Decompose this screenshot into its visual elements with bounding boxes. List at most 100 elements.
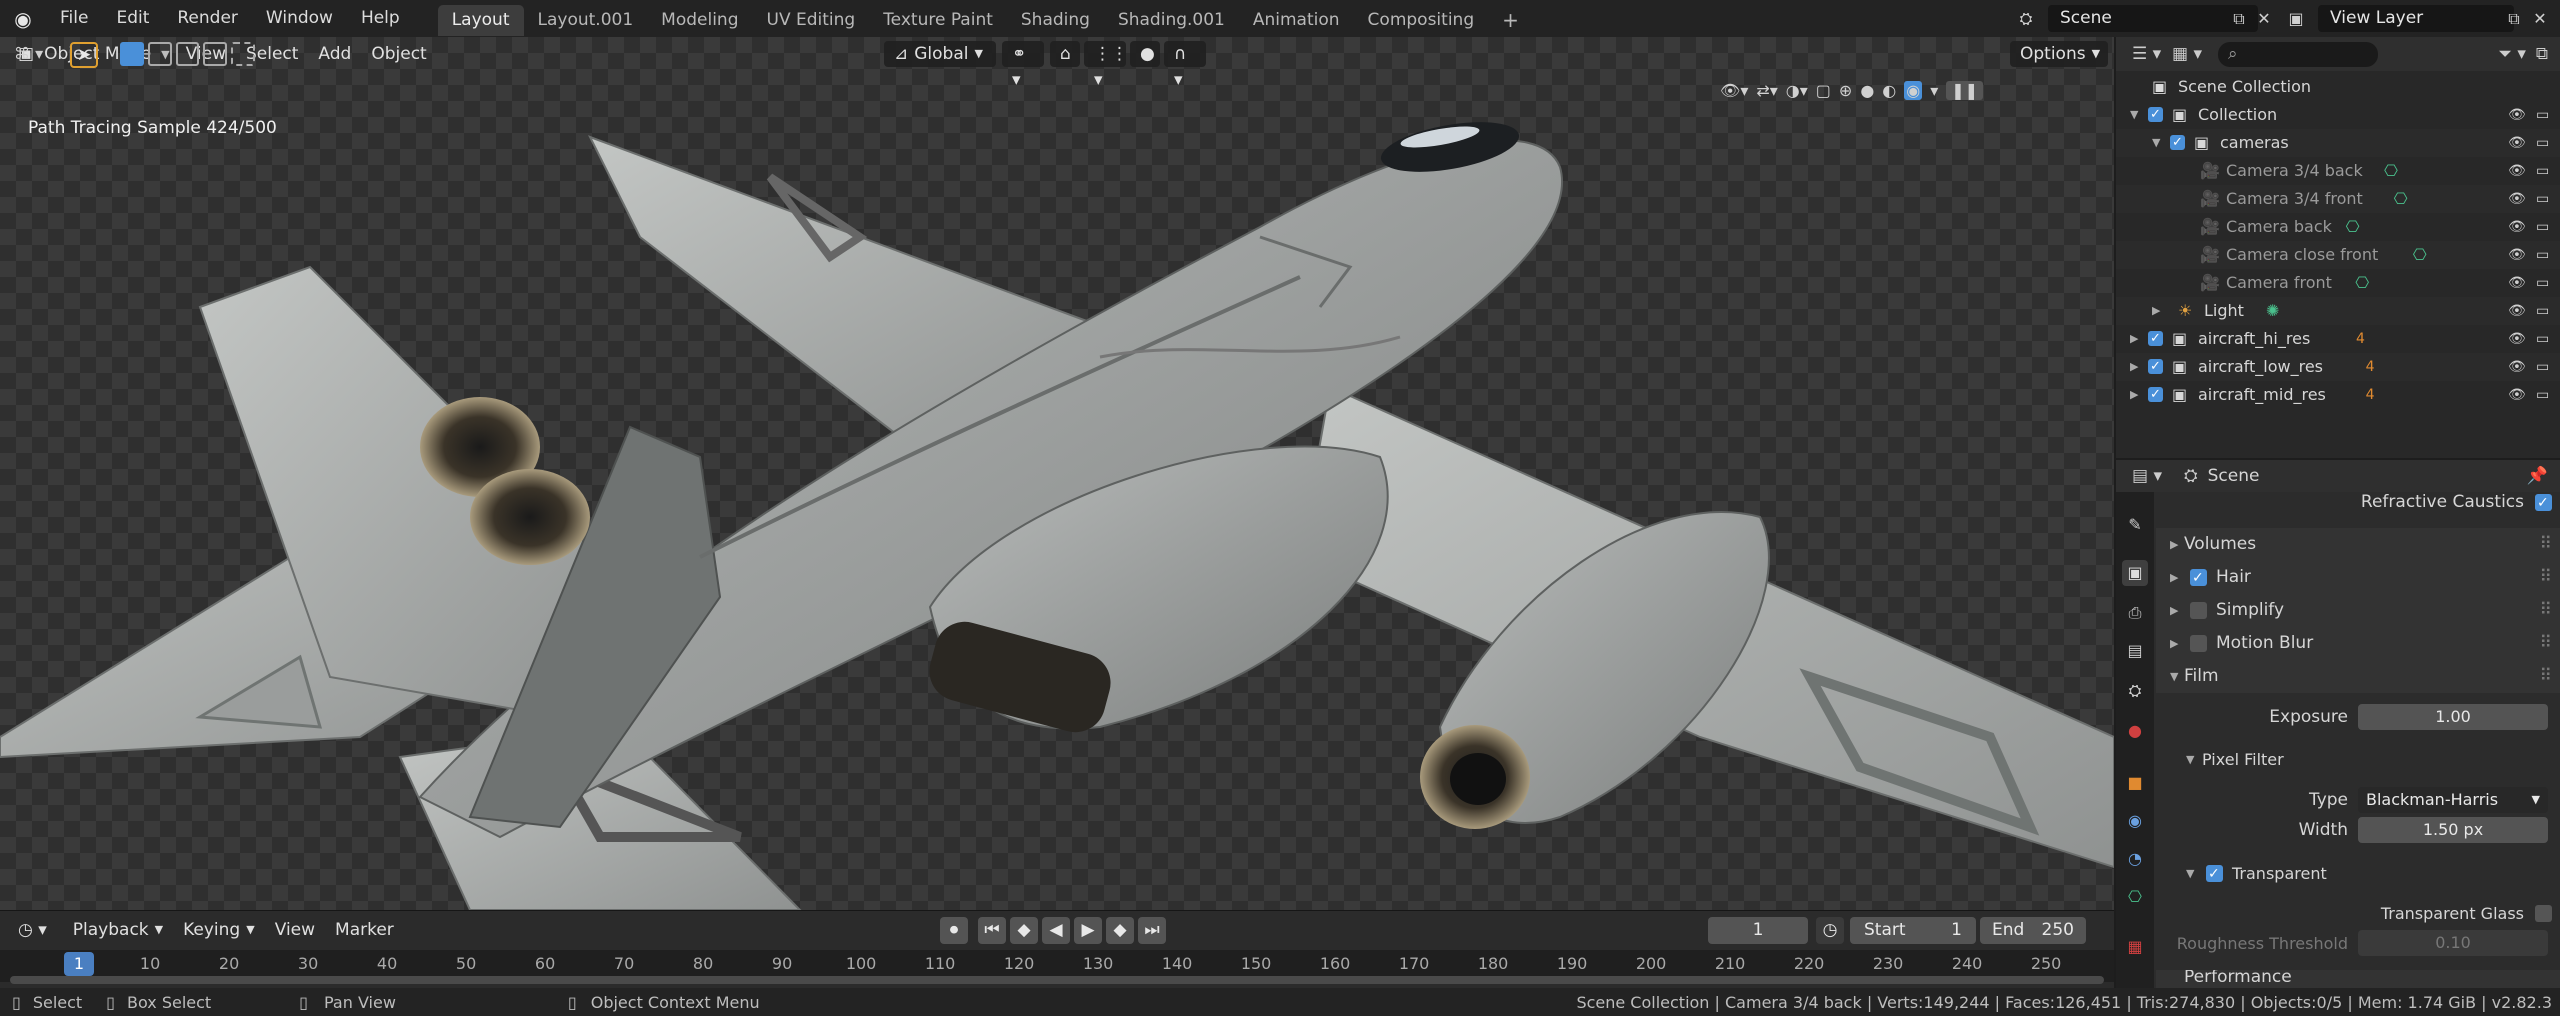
material-shading-icon[interactable]: ◐ <box>1882 81 1896 100</box>
tab-layout[interactable]: Layout <box>437 5 524 36</box>
camera-data-icon[interactable]: ⎔ <box>2355 269 2369 297</box>
view-layer-tab-icon[interactable]: ▤ <box>2122 638 2148 664</box>
overlay-icon[interactable]: ◑▾ <box>1786 81 1808 100</box>
motion-blur-panel-header[interactable]: ▶ Motion Blur ⠿ <box>2156 627 2560 660</box>
camera-data-icon[interactable]: ⎔ <box>2394 185 2408 213</box>
3d-viewport[interactable] <box>0 37 2114 910</box>
add-workspace-button[interactable]: + <box>1488 5 1533 36</box>
prev-keyframe-icon[interactable]: ◆ <box>1010 917 1038 944</box>
menu-window[interactable]: Window <box>252 0 347 37</box>
transparent-glass-checkbox[interactable] <box>2535 905 2552 922</box>
visibility-icon[interactable]: 👁▾ <box>1720 81 1748 100</box>
jump-start-icon[interactable]: ⏮ <box>978 917 1006 944</box>
camera-data-icon[interactable]: ⎔ <box>2346 213 2360 241</box>
drag-handle-icon[interactable]: ⠿ <box>2540 528 2552 561</box>
tab-modeling[interactable]: Modeling <box>647 5 752 36</box>
filter-width-field[interactable]: 1.50 px <box>2358 817 2548 843</box>
eye-icon[interactable]: 👁 <box>2508 325 2526 353</box>
performance-panel-header[interactable]: Performance <box>2156 970 2560 988</box>
eye-icon[interactable]: 👁 <box>2508 297 2526 325</box>
physics-tab-icon[interactable]: ◔ <box>2122 846 2148 872</box>
tab-shading[interactable]: Shading <box>1007 5 1104 36</box>
end-frame-field[interactable]: End 250 <box>1980 917 2086 944</box>
outliner-row[interactable]: ▼▣Collection👁▭📷 <box>2116 101 2560 129</box>
rendered-shading-icon[interactable]: ◉ <box>1904 80 1923 100</box>
viewport-disable-icon[interactable]: ▭ <box>2536 129 2549 157</box>
new-view-layer-icon[interactable]: ⧉ <box>2500 5 2528 32</box>
volumes-panel-header[interactable]: ▶ Volumes ⠿ <box>2156 528 2560 561</box>
outliner-row[interactable]: 🎥Camera 3/4 front⎔👁▭📷 <box>2116 185 2560 213</box>
outliner-row[interactable]: 🎥Camera close front⎔👁▭📷 <box>2116 241 2560 269</box>
current-frame-field[interactable]: 1 <box>1708 917 1808 944</box>
chevron-down-icon[interactable]: ▼ <box>2130 101 2138 129</box>
record-icon[interactable]: ⏺ <box>940 917 968 944</box>
select-subtract-icon[interactable] <box>175 42 200 66</box>
eye-icon[interactable]: 👁 <box>2508 157 2526 185</box>
outliner-row[interactable]: ▶☀Light✺👁▭📷 <box>2116 297 2560 325</box>
next-keyframe-icon[interactable]: ◆ <box>1106 917 1134 944</box>
roughness-threshold-field[interactable]: 0.10 <box>2358 930 2548 956</box>
object-tab-icon[interactable]: ■ <box>2122 770 2148 796</box>
scene-tab-icon[interactable]: ⛭ <box>2122 678 2148 704</box>
hair-checkbox[interactable] <box>2190 562 2207 595</box>
texture-tab-icon[interactable]: ▦ <box>2122 934 2148 960</box>
delete-view-layer-icon[interactable]: ✕ <box>2526 5 2554 32</box>
chevron-down-icon[interactable]: ▼ <box>2152 129 2160 157</box>
tab-animation[interactable]: Animation <box>1239 5 1354 36</box>
menu-help[interactable]: Help <box>347 0 414 37</box>
viewport-disable-icon[interactable]: ▭ <box>2536 269 2549 297</box>
drag-handle-icon[interactable]: ⠿ <box>2540 660 2552 693</box>
menu-playback[interactable]: Playback ▼ <box>63 917 173 943</box>
camera-data-icon[interactable]: ⎔ <box>2413 241 2427 269</box>
world-tab-icon[interactable]: ● <box>2122 718 2148 744</box>
drag-handle-icon[interactable]: ⠿ <box>2540 627 2552 660</box>
collection-checkbox[interactable] <box>2170 129 2185 157</box>
menu-object[interactable]: Object <box>361 41 436 67</box>
viewport-disable-icon[interactable]: ▭ <box>2536 297 2549 325</box>
menu-add[interactable]: Add <box>308 41 361 67</box>
outliner-row[interactable]: ▶▣aircraft_hi_res4👁▭📷 <box>2116 325 2560 353</box>
proportional-editing-toggle[interactable]: ● <box>1130 41 1160 67</box>
hair-panel-header[interactable]: ▶ Hair ⠿ <box>2156 561 2560 595</box>
drag-handle-icon[interactable]: ⠿ <box>2540 594 2552 627</box>
viewport-disable-icon[interactable]: ▭ <box>2536 353 2549 381</box>
options-dropdown[interactable]: Options ▼ <box>2010 41 2108 67</box>
select-new-icon[interactable] <box>120 42 144 66</box>
refractive-caustics-checkbox[interactable] <box>2535 487 2552 520</box>
preview-range-icon[interactable]: ◷ <box>1816 917 1844 944</box>
viewport-disable-icon[interactable]: ▭ <box>2536 157 2549 185</box>
mesh-count-badge[interactable]: 4 <box>2366 353 2375 381</box>
chevron-right-icon[interactable]: ▶ <box>2130 381 2138 409</box>
delete-scene-icon[interactable]: ✕ <box>2250 5 2278 32</box>
mesh-count-badge[interactable]: 4 <box>2356 325 2365 353</box>
transparent-checkbox[interactable] <box>2206 858 2223 891</box>
new-scene-icon[interactable]: ⧉ <box>2225 5 2253 32</box>
outliner-search-input[interactable]: ⌕ <box>2218 41 2378 67</box>
transform-orientation-dropdown[interactable]: ⊿ Global ▼ <box>884 41 996 67</box>
display-mode-icon[interactable]: ▦ ▾ <box>2172 44 2212 64</box>
pause-render-icon[interactable]: ❚❚ <box>1946 80 1984 100</box>
menu-edit[interactable]: Edit <box>102 0 163 37</box>
viewport-disable-icon[interactable]: ▭ <box>2536 381 2549 409</box>
viewport-disable-icon[interactable]: ▭ <box>2536 241 2549 269</box>
outliner-row[interactable]: ▶▣aircraft_low_res4👁▭📷 <box>2116 353 2560 381</box>
proportional-falloff-dropdown[interactable]: ∩ ▾ <box>1164 41 1206 90</box>
start-frame-field[interactable]: Start 1 <box>1850 917 1976 944</box>
drag-handle-icon[interactable]: ⠿ <box>2540 561 2552 594</box>
properties-editor-type-icon[interactable]: ▤ ▾ <box>2132 466 2176 486</box>
play-icon[interactable]: ▶ <box>1074 917 1102 944</box>
film-panel-header[interactable]: ▼ Film ⠿ <box>2156 660 2560 693</box>
eye-icon[interactable]: 👁 <box>2508 185 2526 213</box>
view-layer-icon[interactable]: ▣ <box>2282 5 2310 32</box>
wireframe-shading-icon[interactable]: ⊕ <box>1839 81 1852 100</box>
motion-blur-checkbox[interactable] <box>2190 635 2207 652</box>
light-data-icon[interactable]: ✺ <box>2266 297 2279 325</box>
pixel-filter-subpanel-header[interactable]: ▼ Pixel Filter <box>2156 743 2560 776</box>
tool-tab-icon[interactable]: ✎ <box>2122 512 2148 538</box>
view-layer-field[interactable]: View Layer <box>2318 5 2514 32</box>
mesh-count-badge[interactable]: 4 <box>2366 381 2375 409</box>
simplify-checkbox[interactable] <box>2190 602 2207 619</box>
tab-uv-editing[interactable]: UV Editing <box>753 5 870 36</box>
viewport-disable-icon[interactable]: ▭ <box>2536 213 2549 241</box>
scene-selector-icon[interactable]: ⛭ <box>2012 5 2040 32</box>
